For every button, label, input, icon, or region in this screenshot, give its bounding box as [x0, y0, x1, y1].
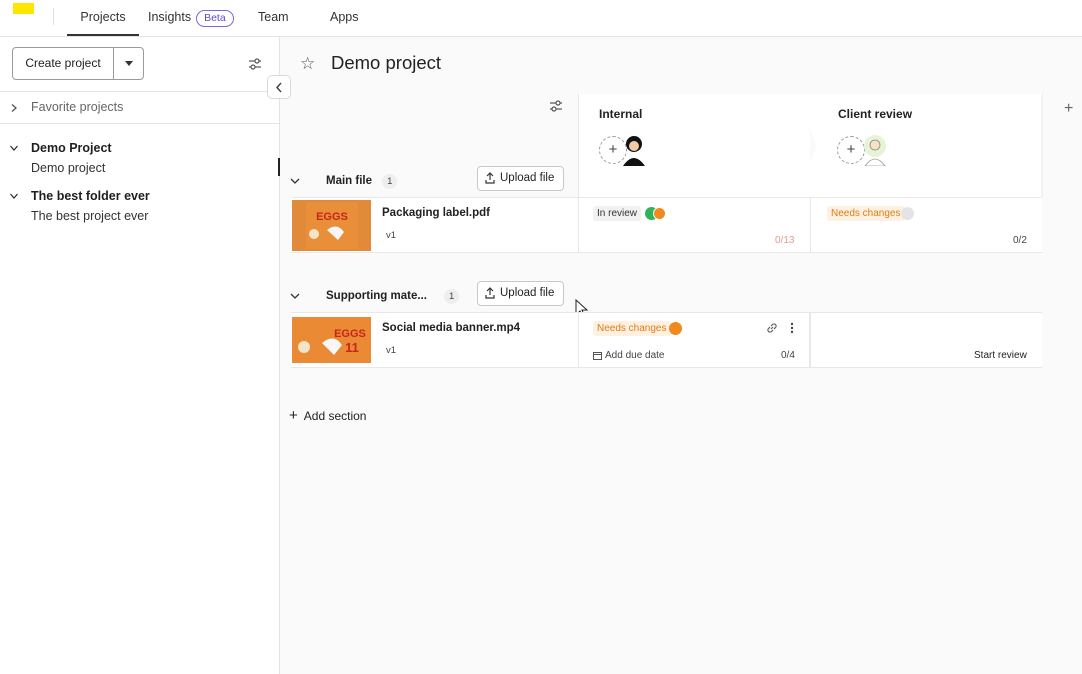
project-link[interactable]: The best project ever [31, 209, 148, 223]
add-section-label: Add section [303, 409, 367, 423]
client-review-cell[interactable]: Needs changes 0/2 [810, 198, 1042, 252]
sidebar: Create project Favorite projects Demo Pr… [0, 37, 280, 674]
upload-label: Upload file [500, 172, 555, 184]
page-title: Demo project [331, 52, 442, 73]
active-project-marker [278, 158, 280, 176]
file-row[interactable]: EGGS 11 Social media banner.mp4 v1 Needs … [291, 312, 1042, 368]
file-name[interactable]: Social media banner.mp4 [382, 322, 520, 334]
upload-file-button[interactable]: Upload file [477, 281, 565, 306]
upload-icon [485, 287, 495, 299]
avatar [864, 135, 886, 166]
chevron-down-icon[interactable] [290, 177, 300, 185]
sidebar-divider [0, 123, 279, 124]
tab-label: Projects [80, 10, 126, 24]
chevron-down-icon[interactable] [10, 144, 18, 152]
app-logo[interactable] [13, 3, 34, 14]
favorites-label: Favorite projects [31, 100, 124, 114]
folder-title[interactable]: Demo Project [31, 141, 112, 155]
folder-title[interactable]: The best folder ever [31, 189, 150, 203]
status-badge: Needs changes [593, 321, 671, 336]
add-due-date-link[interactable]: Add due date [605, 350, 665, 361]
svg-text:EGGS: EGGS [334, 328, 366, 340]
status-badge: Needs changes [827, 206, 905, 221]
version-label[interactable]: v1 [386, 345, 396, 356]
upload-file-button[interactable]: Upload file [477, 166, 565, 191]
file-row[interactable]: EGGS Packaging label.pdf v1 In review 0/… [291, 197, 1042, 253]
column-name: Internal [599, 107, 643, 121]
file-cell[interactable]: EGGS 11 Social media banner.mp4 v1 [291, 313, 578, 367]
tab-label: Team [258, 10, 289, 24]
svg-text:EGGS: EGGS [316, 211, 348, 223]
add-section-button[interactable]: + Add section [289, 407, 366, 424]
file-cell[interactable]: EGGS Packaging label.pdf v1 [291, 198, 578, 252]
tab-label: Apps [330, 10, 359, 24]
filter-icon[interactable] [248, 57, 262, 71]
sidebar-divider [0, 91, 279, 92]
project-link[interactable]: Demo project [31, 161, 105, 175]
file-count-badge: 1 [444, 289, 460, 304]
status-badge: In review [593, 206, 642, 221]
top-navigation: Projects Insights Beta Team Apps [0, 0, 1082, 37]
chevron-down-icon[interactable] [10, 192, 18, 200]
tab-team[interactable]: Team [258, 0, 289, 36]
calendar-icon [593, 352, 602, 360]
reviewer-status-dot [653, 207, 666, 220]
collapse-sidebar-button[interactable] [267, 75, 291, 99]
section-name: Main file [326, 175, 373, 187]
avatar [623, 136, 645, 166]
version-label[interactable]: v1 [386, 230, 396, 241]
logo-divider [53, 8, 54, 25]
chevron-right-icon [11, 104, 17, 112]
filter-icon[interactable] [549, 99, 563, 113]
start-review-button[interactable]: Start review [974, 350, 1027, 361]
column-internal: Internal + [578, 94, 810, 197]
link-icon[interactable] [766, 322, 778, 334]
svg-text:11: 11 [345, 340, 359, 355]
section-title: Supporting mate... 1 [326, 289, 460, 304]
client-review-cell[interactable]: Start review [810, 313, 1042, 367]
file-count-badge: 1 [382, 174, 398, 189]
create-project-label: Create project [25, 56, 101, 70]
file-name[interactable]: Packaging label.pdf [382, 207, 490, 219]
beta-badge: Beta [196, 10, 234, 27]
tab-label: Insights [148, 10, 192, 24]
tab-apps[interactable]: Apps [330, 0, 359, 36]
reviewer-status-dot [901, 207, 914, 220]
comment-count: 0/4 [781, 350, 795, 361]
more-options-icon[interactable] [790, 322, 794, 334]
tab-projects[interactable]: Projects [67, 0, 139, 36]
column-name: Client review [838, 107, 913, 121]
upload-label: Upload file [500, 287, 555, 299]
plus-icon: + [289, 407, 298, 424]
comment-count: 0/13 [775, 235, 795, 246]
chevron-down-icon[interactable] [290, 292, 300, 300]
file-thumbnail: EGGS [292, 200, 371, 251]
reviewer-status-dot [669, 322, 682, 335]
favorite-star-icon[interactable]: ☆ [300, 55, 315, 72]
internal-review-cell[interactable]: In review 0/13 [578, 198, 810, 252]
upload-icon [485, 172, 495, 184]
add-column-button[interactable]: + [1064, 100, 1073, 118]
file-thumbnail: EGGS 11 [292, 317, 371, 363]
chevron-left-icon [275, 82, 282, 93]
section-title: Main file 1 [326, 174, 398, 189]
create-project-button[interactable]: Create project [12, 47, 144, 80]
internal-review-cell[interactable]: Needs changes Add due date 0/4 [578, 313, 810, 367]
comment-count: 0/2 [1013, 235, 1027, 246]
tab-insights[interactable]: Insights Beta [148, 0, 234, 36]
section-name: Supporting mate... [326, 290, 427, 302]
create-project-dropdown[interactable] [113, 48, 144, 79]
